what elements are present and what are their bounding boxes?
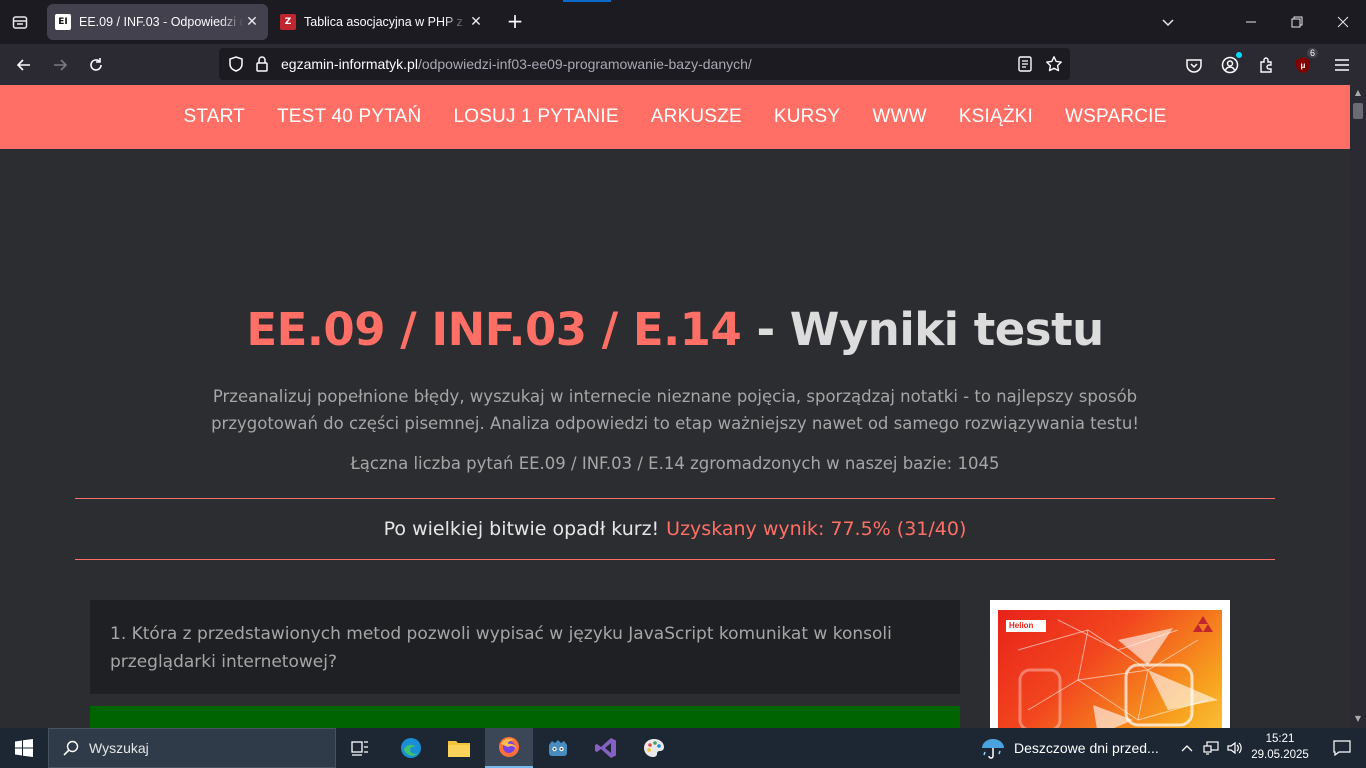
minimize-icon[interactable]: [1228, 0, 1274, 44]
clock-time: 15:21: [1265, 733, 1295, 745]
url-text[interactable]: egzamin-informatyk.pl/odpowiedzi-inf03-e…: [281, 56, 752, 72]
result-message: Po wielkiej bitwie opadł kurz!: [383, 518, 660, 540]
browser-tab-bar: EI EE.09 / INF.03 - Odpowiedzi do testu …: [0, 0, 1366, 44]
tab-egzamin[interactable]: EI EE.09 / INF.03 - Odpowiedzi do testu …: [47, 4, 268, 40]
file-explorer-icon[interactable]: [435, 728, 483, 768]
nav-random-question[interactable]: LOSUJ 1 PYTANIE: [437, 106, 634, 128]
firefox-icon[interactable]: [485, 728, 533, 768]
question-count: Łączna liczba pytań EE.09 / INF.03 / E.1…: [350, 454, 1000, 473]
page-content: START TEST 40 PYTAŃ LOSUJ 1 PYTANIE ARKU…: [0, 85, 1350, 728]
zsp-favicon-icon: Z: [280, 14, 296, 30]
page-title: EE.09 / INF.03 / E.14 - Wyniki testu: [0, 303, 1350, 356]
paint-icon[interactable]: [630, 728, 678, 768]
nav-courses[interactable]: KURSY: [758, 106, 856, 128]
back-icon[interactable]: [11, 52, 37, 78]
extensions-puzzle-icon[interactable]: [1256, 54, 1278, 76]
scrollbar-thumb[interactable]: [1353, 103, 1363, 119]
exam-code: EE.09 / INF.03 / E.14: [246, 303, 742, 356]
godot-icon[interactable]: [534, 728, 582, 768]
nav-www[interactable]: WWW: [856, 106, 942, 128]
ublock-origin-icon[interactable]: μ 6: [1292, 48, 1318, 76]
new-tab-icon[interactable]: +: [503, 10, 527, 34]
scroll-up-icon[interactable]: ▲: [1354, 89, 1362, 97]
page-scrollbar[interactable]: ▲ ▼: [1350, 85, 1366, 728]
weather-text: Deszczowe dni przed...: [1014, 740, 1159, 756]
question-text: 1. Która z przedstawionych metod pozwoli…: [110, 624, 892, 672]
nav-books[interactable]: KSIĄŻKI: [943, 106, 1049, 128]
book-cover-image[interactable]: Helion: [998, 610, 1222, 728]
visual-studio-icon[interactable]: [582, 728, 630, 768]
notification-dot: [1236, 52, 1242, 58]
pocket-icon[interactable]: [1183, 54, 1205, 76]
task-view-icon[interactable]: [336, 728, 384, 768]
edge-icon[interactable]: [387, 728, 435, 768]
result-summary: Po wielkiej bitwie opadł kurz! Uzyskany …: [75, 498, 1275, 560]
close-tab-icon[interactable]: ✕: [468, 14, 484, 30]
site-navigation: START TEST 40 PYTAŃ LOSUJ 1 PYTANIE ARKU…: [0, 85, 1350, 149]
nav-support[interactable]: WSPARCIE: [1049, 106, 1183, 128]
network-icon[interactable]: [1200, 728, 1222, 768]
title-suffix: - Wyniki testu: [741, 303, 1104, 356]
hamburger-menu-icon[interactable]: [1331, 54, 1353, 76]
taskbar-search[interactable]: Wyszukaj: [48, 728, 336, 768]
tab-title: Tablica asocjacyjna w PHP z przykładami: [304, 15, 468, 29]
egzamin-favicon-icon: EI: [55, 14, 71, 30]
top-accent-line: [563, 0, 611, 2]
rain-umbrella-icon: [982, 739, 1004, 759]
nav-test-40[interactable]: TEST 40 PYTAŃ: [261, 106, 437, 128]
start-windows-icon[interactable]: [0, 728, 48, 768]
page-description: Przeanalizuj popełnione błędy, wyszukaj …: [211, 387, 1139, 433]
reload-icon[interactable]: [83, 52, 109, 78]
show-hidden-icons-chevron-up-icon[interactable]: [1178, 728, 1196, 768]
browser-navigation-bar: egzamin-informatyk.pl/odpowiedzi-inf03-e…: [0, 44, 1366, 85]
notifications-icon[interactable]: [1318, 728, 1366, 768]
system-clock[interactable]: 15:21 29.05.2025: [1248, 731, 1312, 763]
extension-badge: 6: [1306, 48, 1318, 58]
reader-view-icon[interactable]: [1016, 55, 1034, 73]
book-advertisement[interactable]: Helion: [990, 600, 1230, 728]
tab-title: EE.09 / INF.03 - Odpowiedzi do testu: [79, 15, 244, 29]
windows-taskbar: Wyszukaj Deszczowe dni przed... 15:21 29…: [0, 728, 1366, 768]
address-bar[interactable]: egzamin-informatyk.pl/odpowiedzi-inf03-e…: [219, 48, 1070, 80]
result-score: Uzyskany wynik: 77.5% (31/40): [666, 518, 967, 540]
tab-php-array[interactable]: Z Tablica asocjacyjna w PHP z przykładam…: [272, 4, 492, 40]
correct-answer-row: [90, 706, 960, 728]
question-card: 1. Która z przedstawionych metod pozwoli…: [90, 600, 960, 694]
forward-icon[interactable]: [47, 52, 73, 78]
account-icon[interactable]: [1219, 52, 1242, 76]
clock-date: 29.05.2025: [1251, 749, 1309, 761]
weather-widget[interactable]: Deszczowe dni przed...: [980, 728, 1159, 768]
nav-sheets[interactable]: ARKUSZE: [635, 106, 758, 128]
search-icon: [63, 740, 79, 756]
restore-icon[interactable]: [1274, 0, 1320, 44]
list-all-tabs-icon[interactable]: [1145, 0, 1191, 44]
firefox-view-icon[interactable]: [8, 10, 32, 34]
lock-icon[interactable]: [255, 55, 269, 73]
tracking-protection-shield-icon[interactable]: [227, 55, 245, 73]
close-window-icon[interactable]: [1320, 0, 1366, 44]
search-placeholder: Wyszukaj: [89, 740, 149, 756]
svg-text:μ: μ: [1301, 61, 1306, 70]
volume-icon[interactable]: [1224, 728, 1246, 768]
nav-start[interactable]: START: [167, 106, 261, 128]
scroll-down-icon[interactable]: ▼: [1354, 715, 1362, 723]
close-tab-icon[interactable]: ✕: [244, 14, 260, 30]
bookmark-star-icon[interactable]: [1045, 55, 1063, 73]
